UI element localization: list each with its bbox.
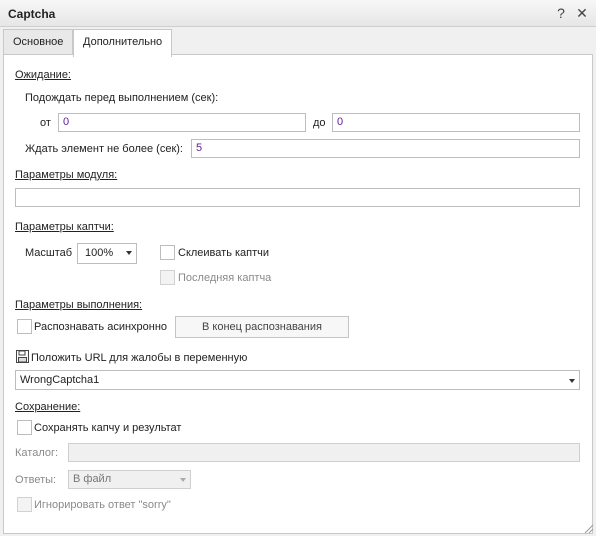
url-variable-value: WrongCaptcha1 bbox=[20, 374, 100, 386]
async-recognize-label: Распознавать асинхронно bbox=[34, 321, 168, 333]
url-variable-label: Положить URL для жалобы в переменную bbox=[31, 352, 248, 364]
catalog-label: Каталог: bbox=[15, 447, 59, 459]
chevron-down-icon bbox=[126, 251, 132, 255]
section-wait: Ожидание: bbox=[15, 69, 71, 81]
module-params-input[interactable] bbox=[15, 188, 580, 207]
end-of-recognition-button[interactable]: В конец распознавания bbox=[175, 316, 349, 338]
ignore-sorry-label: Игнорировать ответ "sorry" bbox=[34, 499, 171, 511]
to-label: до bbox=[313, 117, 326, 129]
tab-advanced[interactable]: Дополнительно bbox=[73, 29, 173, 57]
answers-label: Ответы: bbox=[15, 474, 57, 486]
url-variable-select[interactable]: WrongCaptcha1 bbox=[15, 370, 580, 390]
chevron-down-icon bbox=[180, 478, 186, 482]
wait-element-input[interactable]: 5 bbox=[191, 139, 580, 158]
wait-from-input[interactable]: 0 bbox=[58, 113, 306, 132]
section-execution: Параметры выполнения: bbox=[15, 299, 143, 311]
save-icon bbox=[16, 350, 29, 363]
help-icon[interactable]: ? bbox=[552, 4, 570, 22]
resize-grip-icon[interactable] bbox=[582, 522, 594, 534]
scale-label: Масштаб bbox=[25, 247, 73, 259]
ignore-sorry-checkbox[interactable] bbox=[17, 497, 32, 512]
title-bar: Captcha ? ✕ bbox=[0, 0, 596, 27]
catalog-input[interactable] bbox=[68, 443, 580, 462]
scale-value: 100% bbox=[85, 247, 114, 259]
chevron-down-icon bbox=[569, 379, 575, 383]
save-captcha-label: Сохранять капчу и результат bbox=[34, 422, 182, 434]
answers-select[interactable]: В файл bbox=[68, 470, 191, 489]
wait-to-input[interactable]: 0 bbox=[332, 113, 580, 132]
tab-bar: Основное Дополнительно bbox=[0, 27, 596, 57]
glue-captcha-checkbox[interactable] bbox=[160, 245, 175, 260]
wait-before-label: Подождать перед выполнением (сек): bbox=[25, 92, 219, 104]
wait-element-label: Ждать элемент не более (сек): bbox=[25, 143, 183, 155]
section-captcha: Параметры каптчи: bbox=[15, 221, 114, 233]
from-label: от bbox=[40, 117, 51, 129]
section-module: Параметры модуля: bbox=[15, 169, 118, 181]
async-recognize-checkbox[interactable] bbox=[17, 319, 32, 334]
section-saving: Сохранение: bbox=[15, 401, 81, 413]
last-captcha-checkbox[interactable] bbox=[160, 270, 175, 285]
glue-captcha-label: Склеивать каптчи bbox=[178, 247, 270, 259]
answers-value: В файл bbox=[73, 473, 112, 485]
window-title: Captcha bbox=[8, 7, 56, 21]
tab-main[interactable]: Основное bbox=[3, 29, 74, 55]
scale-select[interactable]: 100% bbox=[77, 243, 137, 264]
last-captcha-label: Последняя каптча bbox=[178, 272, 272, 284]
save-captcha-checkbox[interactable] bbox=[17, 420, 32, 435]
close-icon[interactable]: ✕ bbox=[573, 4, 591, 22]
